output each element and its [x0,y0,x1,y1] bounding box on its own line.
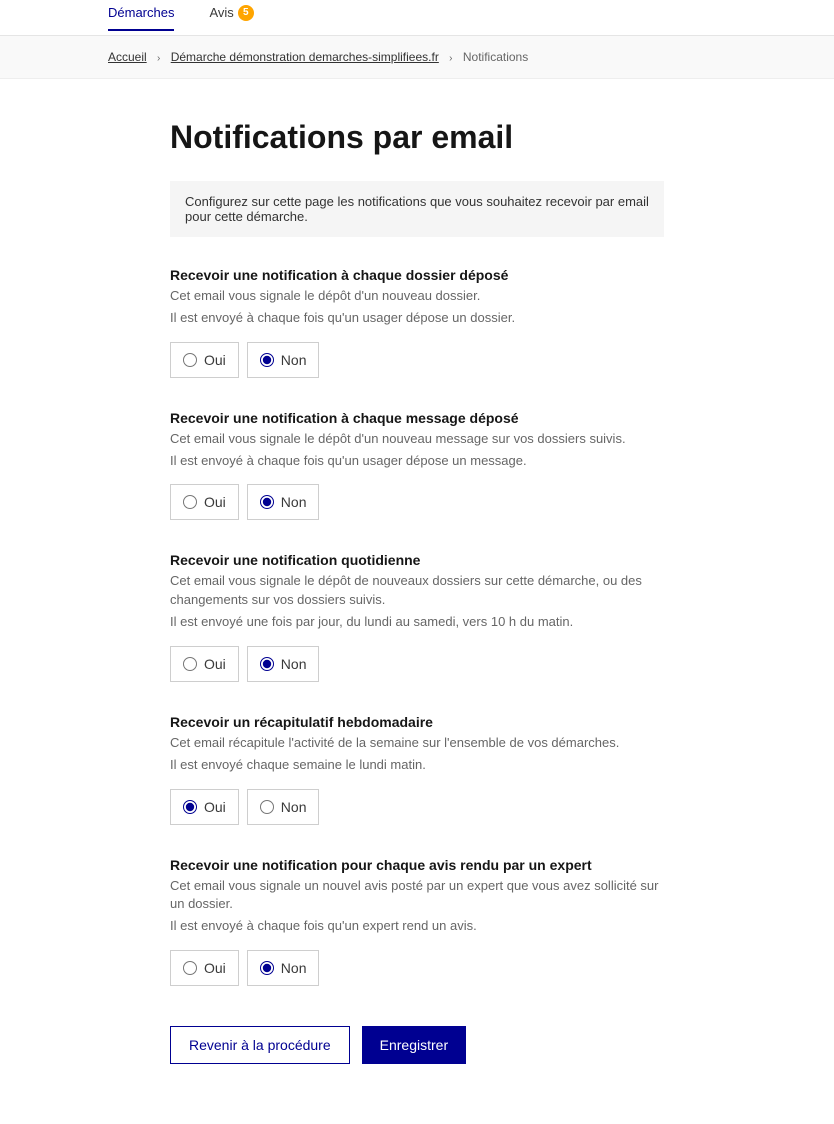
field-desc: Cet email récapitule l'activité de la se… [170,734,664,753]
radio-oui[interactable] [183,961,197,975]
radio-non[interactable] [260,657,274,671]
radio-option-oui[interactable]: Oui [170,950,239,986]
radio-row: Oui Non [170,646,664,682]
radio-label-oui: Oui [204,352,226,368]
radio-label-non: Non [281,799,307,815]
chevron-right-icon: › [157,53,160,64]
radio-non[interactable] [260,800,274,814]
field-group: Recevoir un récapitulatif hebdomadaire Ce… [170,714,664,825]
save-button[interactable]: Enregistrer [362,1026,466,1064]
chevron-right-icon: › [449,53,452,64]
field-desc: Cet email vous signale un nouvel avis po… [170,877,664,915]
radio-oui[interactable] [183,657,197,671]
tab-avis[interactable]: Avis 5 [209,5,253,31]
field-desc: Cet email vous signale le dépôt d'un nou… [170,287,664,306]
radio-oui[interactable] [183,495,197,509]
radio-option-non[interactable]: Non [247,646,320,682]
breadcrumb-accueil[interactable]: Accueil [108,50,147,64]
radio-label-oui: Oui [204,656,226,672]
tabs-bar: Démarches Avis 5 [0,0,834,36]
breadcrumb-current: Notifications [463,50,528,64]
radio-option-oui[interactable]: Oui [170,484,239,520]
radio-option-non[interactable]: Non [247,484,320,520]
radio-option-oui[interactable]: Oui [170,646,239,682]
field-title: Recevoir une notification pour chaque av… [170,857,664,873]
radio-option-non[interactable]: Non [247,342,320,378]
actions-row: Revenir à la procédure Enregistrer [170,1026,664,1064]
tab-demarches-label: Démarches [108,5,174,20]
field-desc: Cet email vous signale le dépôt de nouve… [170,572,664,610]
field-desc: Il est envoyé à chaque fois qu'un usager… [170,452,664,471]
page-title: Notifications par email [170,119,664,156]
field-title: Recevoir une notification à chaque dossi… [170,267,664,283]
field-desc: Il est envoyé chaque semaine le lundi ma… [170,756,664,775]
field-title: Recevoir une notification quotidienne [170,552,664,568]
radio-row: Oui Non [170,789,664,825]
field-title: Recevoir un récapitulatif hebdomadaire [170,714,664,730]
radio-label-non: Non [281,494,307,510]
field-desc: Il est envoyé à chaque fois qu'un usager… [170,309,664,328]
radio-row: Oui Non [170,342,664,378]
radio-label-oui: Oui [204,494,226,510]
radio-label-oui: Oui [204,960,226,976]
radio-label-non: Non [281,656,307,672]
radio-non[interactable] [260,495,274,509]
field-desc: Cet email vous signale le dépôt d'un nou… [170,430,664,449]
avis-badge: 5 [238,5,254,21]
radio-non[interactable] [260,961,274,975]
radio-row: Oui Non [170,484,664,520]
field-desc: Il est envoyé une fois par jour, du lund… [170,613,664,632]
radio-label-oui: Oui [204,799,226,815]
back-button[interactable]: Revenir à la procédure [170,1026,350,1064]
field-group: Recevoir une notification à chaque dossi… [170,267,664,378]
radio-oui[interactable] [183,353,197,367]
field-group: Recevoir une notification pour chaque av… [170,857,664,987]
field-group: Recevoir une notification à chaque messa… [170,410,664,521]
radio-option-non[interactable]: Non [247,950,320,986]
intro-text: Configurez sur cette page les notificati… [170,181,664,237]
field-group: Recevoir une notification quotidienne Cet… [170,552,664,682]
radio-option-oui[interactable]: Oui [170,342,239,378]
radio-label-non: Non [281,352,307,368]
field-title: Recevoir une notification à chaque messa… [170,410,664,426]
breadcrumb: Accueil › Démarche démonstration demarch… [0,36,834,79]
breadcrumb-demarche[interactable]: Démarche démonstration demarches-simplif… [171,50,439,64]
radio-row: Oui Non [170,950,664,986]
radio-option-non[interactable]: Non [247,789,320,825]
radio-option-oui[interactable]: Oui [170,789,239,825]
radio-oui[interactable] [183,800,197,814]
content: Notifications par email Configurez sur c… [0,79,834,1124]
field-desc: Il est envoyé à chaque fois qu'un expert… [170,917,664,936]
radio-label-non: Non [281,960,307,976]
radio-non[interactable] [260,353,274,367]
tab-avis-label: Avis [209,5,233,20]
groups-container: Recevoir une notification à chaque dossi… [170,267,664,986]
tab-demarches[interactable]: Démarches [108,5,174,30]
